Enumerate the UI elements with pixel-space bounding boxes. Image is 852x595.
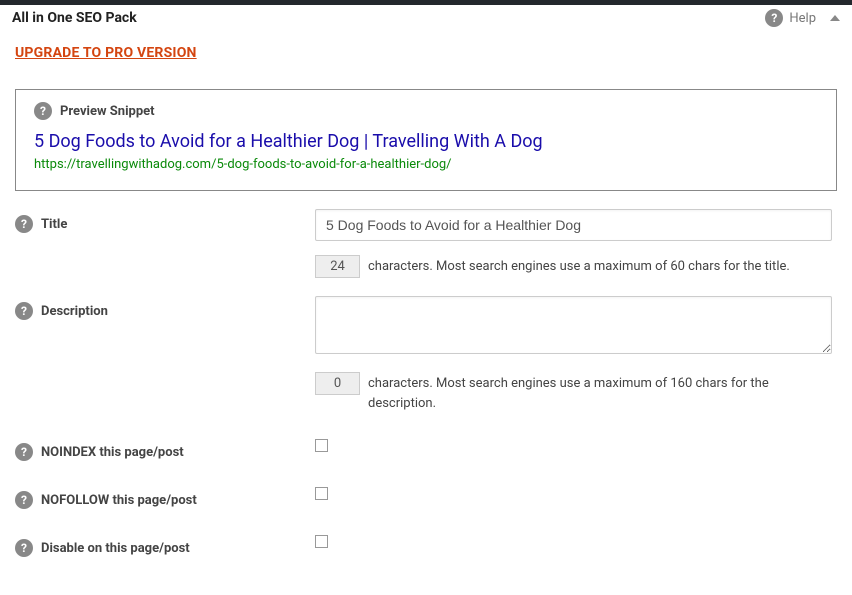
question-icon[interactable]: ?	[15, 539, 33, 557]
description-label: Description	[41, 304, 108, 319]
upgrade-link[interactable]: UPGRADE TO PRO VERSION	[15, 45, 197, 61]
panel-title: All in One SEO Pack	[12, 10, 137, 26]
description-hint: characters. Most search engines use a ma…	[368, 374, 808, 413]
help-text: Help	[789, 11, 816, 26]
panel-content: UPGRADE TO PRO VERSION ? Preview Snippet…	[0, 35, 852, 595]
question-icon[interactable]: ?	[15, 302, 33, 320]
preview-snippet-header: ? Preview Snippet	[34, 102, 818, 120]
preview-label: Preview Snippet	[60, 104, 155, 119]
disable-row: ? Disable on this page/post	[15, 533, 837, 557]
preview-url: https://travellingwithadog.com/5-dog-foo…	[34, 157, 818, 172]
question-icon[interactable]: ?	[15, 491, 33, 509]
disable-checkbox[interactable]	[315, 535, 328, 548]
settings-form: ? Title 24 characters. Most search engin…	[15, 209, 837, 557]
disable-label: Disable on this page/post	[41, 541, 190, 556]
description-row: ? Description 0 characters. Most search …	[15, 296, 837, 413]
description-char-count: 0	[315, 372, 360, 395]
question-icon[interactable]: ?	[15, 215, 33, 233]
question-icon[interactable]: ?	[15, 443, 33, 461]
preview-title: 5 Dog Foods to Avoid for a Healthier Dog…	[34, 130, 554, 153]
noindex-checkbox[interactable]	[315, 439, 328, 452]
title-char-count: 24	[315, 255, 360, 278]
title-row: ? Title 24 characters. Most search engin…	[15, 209, 837, 278]
noindex-label: NOINDEX this page/post	[41, 445, 184, 460]
title-input[interactable]	[315, 209, 832, 241]
title-label: Title	[41, 217, 67, 232]
seo-panel: All in One SEO Pack ? Help UPGRADE TO PR…	[0, 5, 852, 595]
title-hint: characters. Most search engines use a ma…	[368, 257, 790, 277]
panel-header: All in One SEO Pack ? Help	[0, 5, 852, 35]
nofollow-row: ? NOFOLLOW this page/post	[15, 485, 837, 509]
noindex-row: ? NOINDEX this page/post	[15, 437, 837, 461]
nofollow-checkbox[interactable]	[315, 487, 328, 500]
help-link[interactable]: ? Help	[765, 9, 840, 27]
nofollow-label: NOFOLLOW this page/post	[41, 493, 197, 508]
question-icon: ?	[765, 9, 783, 27]
preview-snippet-box: ? Preview Snippet 5 Dog Foods to Avoid f…	[15, 89, 837, 191]
description-input[interactable]	[315, 296, 832, 354]
collapse-icon[interactable]	[830, 15, 840, 21]
question-icon[interactable]: ?	[34, 102, 52, 120]
